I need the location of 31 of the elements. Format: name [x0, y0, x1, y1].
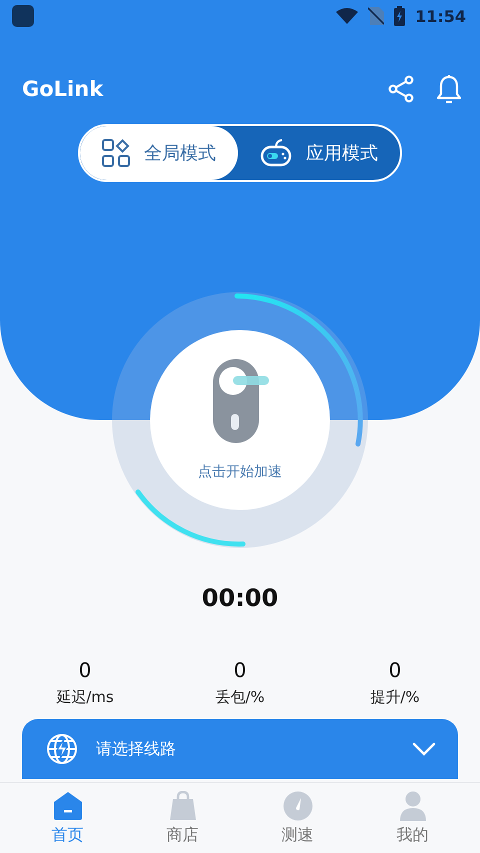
start-acceleration-button[interactable]: 点击开始加速 [198, 463, 282, 481]
nav-tab[interactable]: 测速 [258, 783, 338, 853]
globe-lightning-icon [46, 733, 78, 765]
share-icon[interactable] [388, 75, 414, 103]
nav-tab[interactable]: 商店 [142, 783, 222, 853]
status-time: 11:54 [415, 6, 466, 26]
stat-value: 0 [78, 658, 92, 682]
stat-label: 丢包/% [215, 688, 265, 707]
wifi-icon [336, 8, 358, 24]
nav-tab[interactable]: 我的 [372, 783, 452, 853]
app-notification-icon [12, 5, 34, 27]
home-icon [52, 790, 82, 820]
gamepad-icon [260, 139, 292, 167]
battery-icon [394, 6, 406, 26]
grid-icon [102, 139, 130, 167]
route-selector[interactable]: 请选择线路 [22, 719, 458, 779]
no-sim-icon [368, 7, 384, 25]
gauge-icon [282, 790, 312, 820]
session-timer: 00:00 [200, 584, 280, 612]
stat-value: 0 [234, 658, 246, 682]
stat-label: 延迟/ms [56, 688, 114, 707]
stat-value: 0 [388, 658, 402, 682]
app-title: GoLink [22, 77, 104, 101]
nav-tab[interactable]: 首页 [28, 783, 108, 853]
mode-tab[interactable]: 应用模式 [238, 126, 400, 180]
notification-bell-icon[interactable] [436, 74, 462, 104]
mode-tab[interactable]: 全局模式 [80, 126, 238, 180]
chevron-down-icon [412, 742, 436, 756]
shopping-bag-icon [168, 790, 196, 820]
person-icon [398, 790, 426, 820]
stat-label: 提升/% [370, 688, 420, 707]
